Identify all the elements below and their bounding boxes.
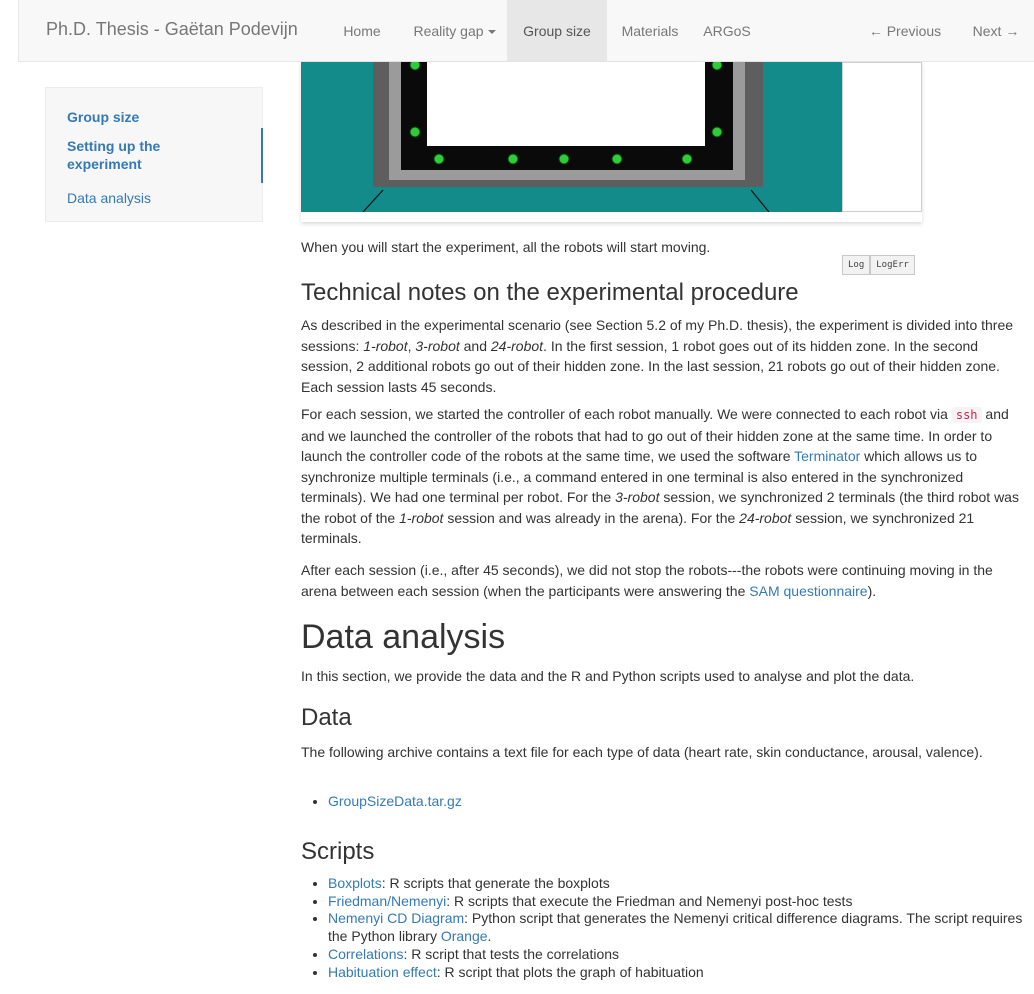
sam-questionnaire-link[interactable]: SAM questionnaire <box>749 583 867 599</box>
arrow-left-icon: ← <box>868 23 887 39</box>
text: ). <box>867 582 877 599</box>
arena-image <box>301 62 842 212</box>
sidebar-item-setting-up[interactable]: Setting up the experiment <box>67 137 217 173</box>
sidebar-item-data-analysis[interactable]: Data analysis <box>67 189 151 207</box>
sidebar-toc: Group size Setting up the experiment Dat… <box>45 87 263 222</box>
text: : R scripts that execute the Friedman an… <box>446 892 853 909</box>
nav-next-label: Next <box>972 23 1002 39</box>
data-analysis-heading: Data analysis <box>301 618 506 656</box>
text: After each session (i.e., after 45 secon… <box>301 562 993 599</box>
emphasis: 24-robot <box>490 337 544 354</box>
tab-log[interactable]: Log <box>842 255 871 275</box>
nav-previous-label: Previous <box>886 23 942 39</box>
boxplots-link[interactable]: Boxplots <box>328 875 382 891</box>
log-panel <box>842 62 922 212</box>
sidebar-active-indicator <box>261 128 263 183</box>
emphasis: 3-robot <box>415 337 460 354</box>
scripts-heading: Scripts <box>301 838 375 865</box>
text: . <box>487 928 492 945</box>
list-item: Correlations: R script that tests the co… <box>328 946 1034 964</box>
data-list: GroupSizeData.tar.gz <box>301 793 1034 811</box>
procedure-paragraph-3: After each session (i.e., after 45 secon… <box>301 560 1023 601</box>
procedure-paragraph-1: As described in the experimental scenari… <box>301 315 1023 397</box>
nav-argos[interactable]: ARGoS <box>696 0 758 62</box>
emphasis: 24-robot <box>739 509 792 526</box>
nemenyi-cd-link[interactable]: Nemenyi CD Diagram <box>328 910 464 926</box>
emphasis: 1-robot <box>363 337 408 354</box>
caret-down-icon <box>487 30 496 35</box>
brand-link[interactable]: Ph.D. Thesis - Gaëtan Podevijn <box>46 19 298 40</box>
text: For each session, we started the control… <box>301 406 952 422</box>
correlations-link[interactable]: Correlations <box>328 946 403 962</box>
ssh-code: ssh <box>951 407 982 423</box>
friedman-nemenyi-link[interactable]: Friedman/Nemenyi <box>328 893 446 909</box>
data-archive-link[interactable]: GroupSizeData.tar.gz <box>328 793 462 809</box>
list-item: Nemenyi CD Diagram: Python script that g… <box>328 910 1034 945</box>
text: : R scripts that generate the boxplots <box>381 875 610 891</box>
emphasis: 3-robot <box>615 489 660 505</box>
tab-logerr[interactable]: LogErr <box>870 255 915 275</box>
list-item: Friedman/Nemenyi: R scripts that execute… <box>328 893 1034 911</box>
nav-previous[interactable]: ← Previous <box>857 0 953 62</box>
tech-notes-heading: Technical notes on the experimental proc… <box>301 279 799 306</box>
top-navbar: Ph.D. Thesis - Gaëtan Podevijn Home Real… <box>18 0 1034 62</box>
scripts-list: Boxplots: R scripts that generate the bo… <box>301 875 1034 981</box>
list-item: Habituation effect: R script that plots … <box>328 964 1034 982</box>
nav-next[interactable]: Next → <box>961 0 1031 62</box>
nav-home[interactable]: Home <box>336 0 388 62</box>
data-heading: Data <box>301 704 352 731</box>
intro-paragraph: When you will start the experiment, all … <box>301 239 711 255</box>
list-item: GroupSizeData.tar.gz <box>328 793 1034 811</box>
procedure-paragraph-2: For each session, we started the control… <box>301 404 1023 549</box>
text: : R script that tests the correlations <box>403 945 620 962</box>
terminator-link[interactable]: Terminator <box>794 448 860 464</box>
text: : R script that plots the graph of habit… <box>436 963 704 980</box>
data-paragraph: The following archive contains a text fi… <box>301 744 983 760</box>
data-analysis-paragraph: In this section, we provide the data and… <box>301 668 915 684</box>
list-item: Boxplots: R scripts that generate the bo… <box>328 875 1034 893</box>
sidebar-item-group-size[interactable]: Group size <box>67 108 139 126</box>
nav-reality-gap-label: Reality gap <box>413 23 484 39</box>
nav-reality-gap-dropdown[interactable]: Reality gap <box>396 0 513 62</box>
text: and <box>459 337 491 354</box>
nav-group-size[interactable]: Group size <box>507 0 607 62</box>
text: session and was already in the arena). F… <box>443 509 740 526</box>
habituation-link[interactable]: Habituation effect <box>328 964 437 980</box>
arrow-right-icon: → <box>1001 23 1020 39</box>
emphasis: 1-robot <box>399 509 444 526</box>
orange-link[interactable]: Orange <box>441 928 488 944</box>
argos-simulator-screenshot: Log LogErr <box>301 62 922 275</box>
nav-materials[interactable]: Materials <box>611 0 689 62</box>
